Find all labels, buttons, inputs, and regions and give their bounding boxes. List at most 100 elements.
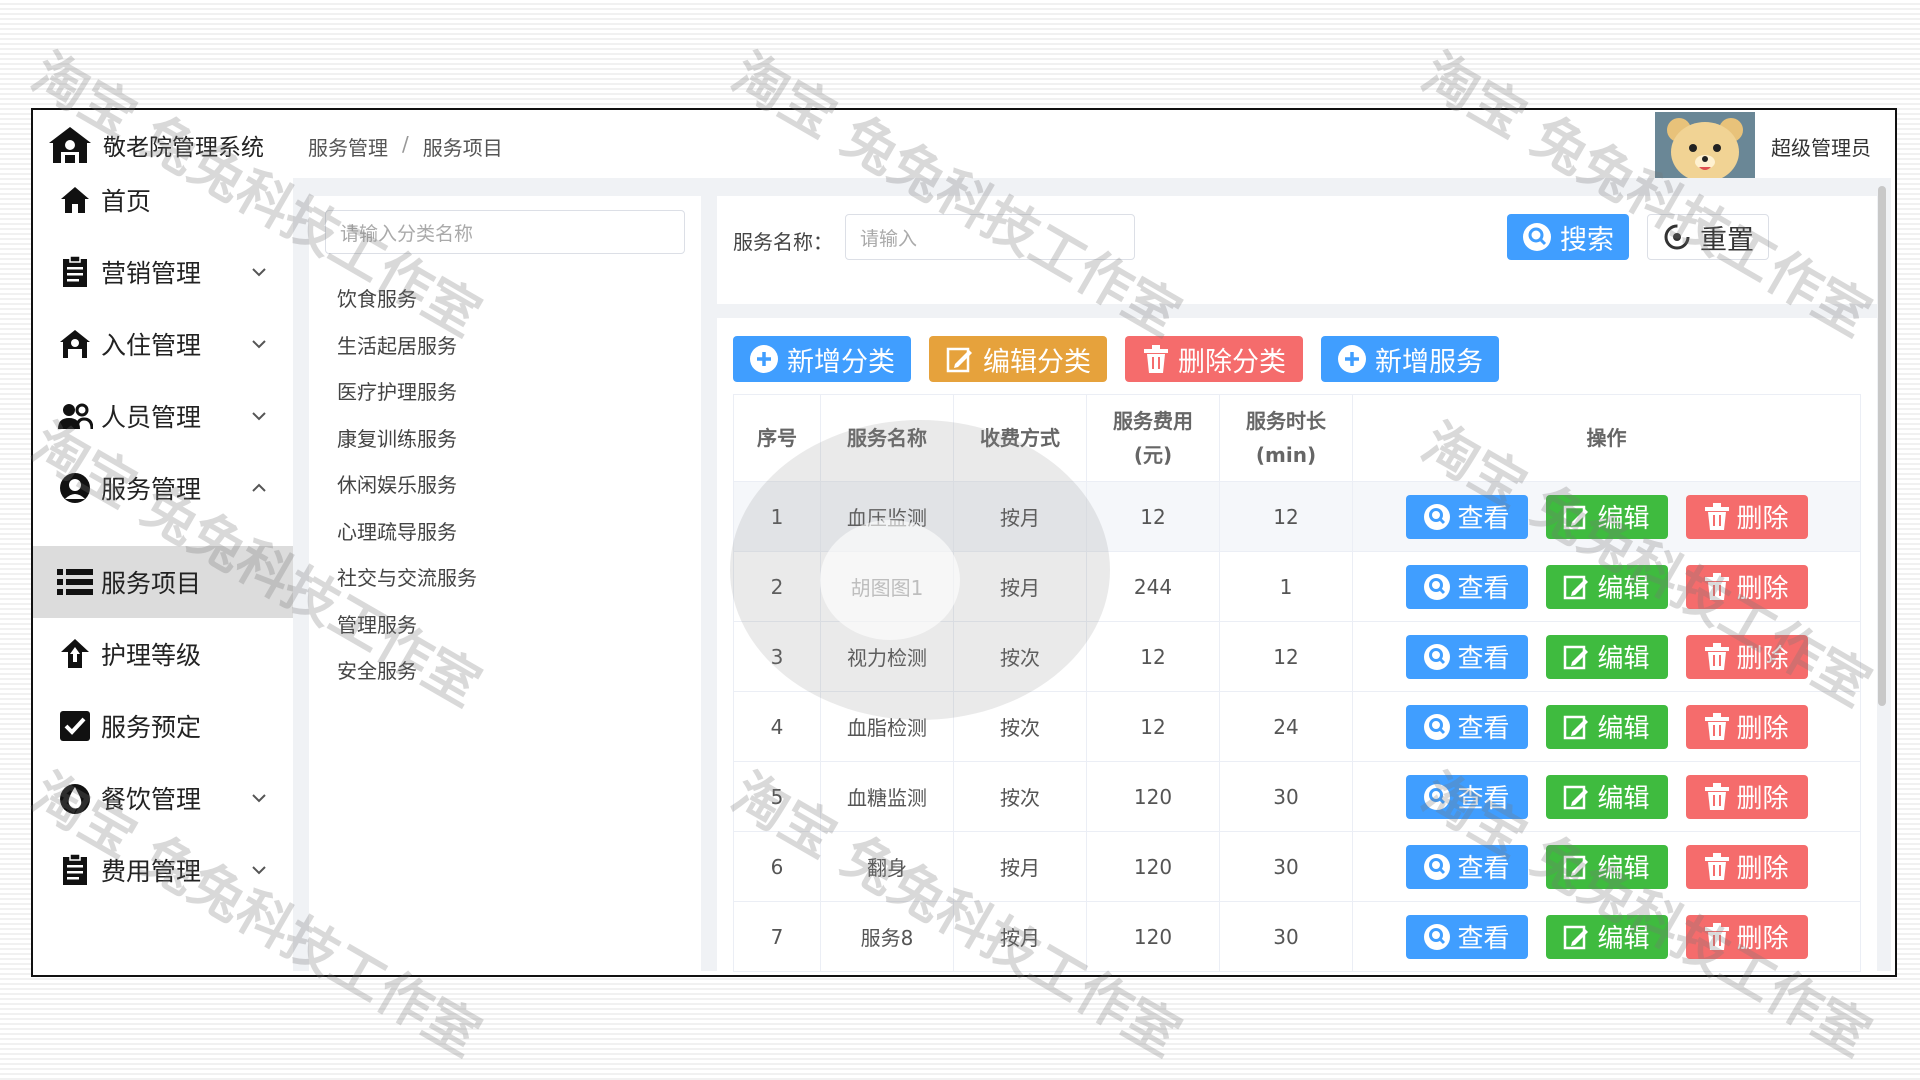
trash-icon xyxy=(1705,782,1730,810)
sidebar-item-label: 入住管理 xyxy=(101,331,202,360)
header-actions: 操作 xyxy=(1352,394,1861,482)
delete-button[interactable]: 删除 xyxy=(1685,844,1808,889)
cell-charge-method: 按次 xyxy=(953,761,1087,832)
view-button[interactable]: 查看 xyxy=(1405,914,1528,959)
reset-button[interactable]: 重置 xyxy=(1647,214,1769,260)
service-name-label: 服务名称： xyxy=(733,230,833,254)
edit-icon xyxy=(946,347,972,373)
service-table: 序号 服务名称 收费方式 服务费用 (元) 服务时长 (min) 操作 1 血压监测按… xyxy=(733,394,1861,972)
category-item[interactable]: 管理服务 xyxy=(337,609,417,638)
delete-button[interactable]: 删除 xyxy=(1685,704,1808,749)
delete-button[interactable]: 删除 xyxy=(1685,564,1808,609)
category-item[interactable]: 社交与交流服务 xyxy=(337,562,477,591)
sidebar-item-booking[interactable]: 服务预定 xyxy=(33,690,295,762)
table-header-row: 序号 服务名称 收费方式 服务费用 (元) 服务时长 (min) 操作 xyxy=(733,394,1861,482)
search-icon xyxy=(1424,713,1451,740)
cell-index: 2 xyxy=(733,551,821,622)
add-category-button[interactable]: 新增分类 xyxy=(733,336,911,382)
header-index: 序号 xyxy=(733,394,821,482)
breadcrumb-item-current: 服务项目 xyxy=(422,136,503,160)
view-button-label: 查看 xyxy=(1457,504,1510,534)
service-name-input[interactable]: 请输入 xyxy=(845,214,1135,260)
sidebar-item-service[interactable]: 服务管理 xyxy=(33,452,295,524)
header-fee: 服务费用 (元) xyxy=(1086,394,1220,482)
view-button[interactable]: 查看 xyxy=(1405,564,1528,609)
edit-button[interactable]: 编辑 xyxy=(1545,914,1668,959)
category-item[interactable]: 生活起居服务 xyxy=(337,330,457,359)
search-icon xyxy=(1424,853,1451,880)
edit-icon xyxy=(1564,645,1589,669)
delete-category-button[interactable]: 删除分类 xyxy=(1125,336,1303,382)
delete-button[interactable]: 删除 xyxy=(1685,914,1808,959)
add-service-button[interactable]: 新增服务 xyxy=(1321,336,1499,382)
category-item[interactable]: 医疗护理服务 xyxy=(337,376,457,405)
sidebar-item-label: 护理等级 xyxy=(101,641,202,670)
edit-button-label: 编辑 xyxy=(1597,924,1650,954)
scrollbar[interactable] xyxy=(1878,186,1886,706)
trash-icon xyxy=(1705,852,1730,880)
sidebar-item-home[interactable]: 首页 xyxy=(33,164,295,236)
view-button[interactable]: 查看 xyxy=(1405,774,1528,819)
delete-button[interactable]: 删除 xyxy=(1685,634,1808,679)
cell-charge-method: 按月 xyxy=(953,901,1087,972)
edit-button[interactable]: 编辑 xyxy=(1545,634,1668,679)
cell-fee: 120 xyxy=(1086,901,1220,972)
view-button[interactable]: 查看 xyxy=(1405,634,1528,679)
sidebar-item-fees[interactable]: 费用管理 xyxy=(33,834,295,906)
delete-button-label: 删除 xyxy=(1736,854,1789,884)
sidebar-item-staff[interactable]: 人员管理 xyxy=(33,380,295,452)
category-item[interactable]: 休闲娱乐服务 xyxy=(337,469,457,498)
cell-charge-method: 按月 xyxy=(953,481,1087,552)
header-fee-line2: (元) xyxy=(1133,443,1173,467)
avatar[interactable] xyxy=(1655,112,1755,180)
edit-button[interactable]: 编辑 xyxy=(1545,494,1668,539)
user-name[interactable]: 超级管理员 xyxy=(1771,132,1871,161)
view-button[interactable]: 查看 xyxy=(1405,844,1528,889)
add-service-label: 新增服务 xyxy=(1375,346,1483,378)
delete-button[interactable]: 删除 xyxy=(1685,774,1808,819)
table-row: 7 服务8 按月 120 30 查看 编辑 删除 xyxy=(733,901,1861,972)
search-button[interactable]: 搜索 xyxy=(1507,214,1629,260)
table-row: 5 血糖监测 按次 120 30 查看 编辑 删除 xyxy=(733,761,1861,832)
sidebar-item-label: 人员管理 xyxy=(101,403,202,432)
cell-index: 3 xyxy=(733,621,821,692)
cell-service-name: 血脂检测 xyxy=(820,691,954,762)
view-button[interactable]: 查看 xyxy=(1405,704,1528,749)
header-duration-line1: 服务时长 xyxy=(1246,409,1326,433)
cell-service-name: 视力检测 xyxy=(820,621,954,692)
cell-duration: 30 xyxy=(1219,761,1353,832)
category-item[interactable]: 心理疏导服务 xyxy=(337,516,457,545)
sidebar-item-checkin[interactable]: 入住管理 xyxy=(33,308,295,380)
edit-icon xyxy=(1564,855,1589,879)
edit-button[interactable]: 编辑 xyxy=(1545,844,1668,889)
edit-button[interactable]: 编辑 xyxy=(1545,704,1668,749)
reset-button-label: 重置 xyxy=(1700,224,1754,256)
breadcrumb-item-service-mgmt[interactable]: 服务管理 xyxy=(308,132,388,161)
category-item[interactable]: 安全服务 xyxy=(337,655,417,684)
drop-icon xyxy=(57,780,93,816)
cell-actions: 查看 编辑 删除 xyxy=(1352,551,1861,622)
cell-actions: 查看 编辑 删除 xyxy=(1352,761,1861,832)
sidebar-item-service-items[interactable]: 服务项目 xyxy=(33,546,295,618)
trash-icon xyxy=(1705,502,1730,530)
sidebar-item-marketing[interactable]: 营销管理 xyxy=(33,236,295,308)
app-logo[interactable]: 敬老院管理系统 xyxy=(47,124,264,166)
view-button-label: 查看 xyxy=(1457,644,1510,674)
edit-button[interactable]: 编辑 xyxy=(1545,564,1668,609)
edit-icon xyxy=(1564,785,1589,809)
sidebar-item-care-level[interactable]: 护理等级 xyxy=(33,618,295,690)
cell-fee: 12 xyxy=(1086,691,1220,762)
edit-button[interactable]: 编辑 xyxy=(1545,774,1668,819)
edit-category-button[interactable]: 编辑分类 xyxy=(929,336,1107,382)
category-item[interactable]: 饮食服务 xyxy=(337,283,417,312)
sidebar-item-label: 服务项目 xyxy=(101,569,202,598)
sidebar-item-catering[interactable]: 餐饮管理 xyxy=(33,762,295,834)
view-button-label: 查看 xyxy=(1457,574,1510,604)
view-button[interactable]: 查看 xyxy=(1405,494,1528,539)
delete-button[interactable]: 删除 xyxy=(1685,494,1808,539)
add-category-label: 新增分类 xyxy=(787,346,895,378)
cell-actions: 查看 编辑 删除 xyxy=(1352,621,1861,692)
category-search-input[interactable]: 请输入分类名称 xyxy=(325,210,685,254)
category-item[interactable]: 康复训练服务 xyxy=(337,423,457,452)
table-row: 4 血脂检测 按次 12 24 查看 编辑 删除 xyxy=(733,691,1861,762)
